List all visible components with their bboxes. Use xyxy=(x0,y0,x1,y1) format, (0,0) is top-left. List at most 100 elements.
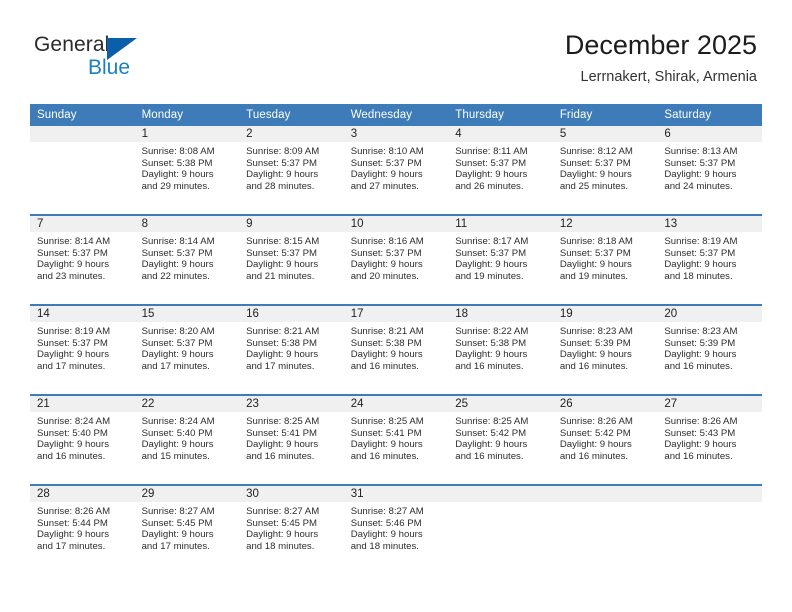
day-details: Sunrise: 8:20 AM Sunset: 5:37 PM Daylight:… xyxy=(135,322,240,372)
day-detail-line: and 21 minutes. xyxy=(246,270,315,282)
day-detail-line: and 18 minutes. xyxy=(664,270,733,282)
day-cell-inner: 6 Sunrise: 8:13 AM Sunset: 5:37 PM Daylight… xyxy=(657,126,762,214)
day-detail-line: Daylight: 9 hours xyxy=(37,439,109,451)
day-cell-inner: 28 Sunrise: 8:26 AM Sunset: 5:44 PM Dayligh… xyxy=(30,486,135,574)
day-cell-inner: 22 Sunrise: 8:24 AM Sunset: 5:40 PM Dayligh… xyxy=(134,396,240,484)
calendar-table: Sunday Monday Tuesday Wednesday Thursday… xyxy=(30,104,762,574)
calendar-day-cell[interactable]: 28 Sunrise: 8:26 AM Sunset: 5:44 PM Dayligh… xyxy=(30,484,135,574)
calendar-day-cell[interactable]: 18 Sunrise: 8:22 AM Sunset: 5:38 PM Dayligh… xyxy=(448,304,553,395)
calendar-day-cell[interactable]: 27 Sunrise: 8:26 AM Sunset: 5:43 PM Dayligh… xyxy=(657,394,762,485)
calendar-day-cell[interactable]: 23 Sunrise: 8:25 AM Sunset: 5:41 PM Dayligh… xyxy=(239,394,344,485)
day-detail-line: Sunset: 5:37 PM xyxy=(455,247,527,259)
calendar-day-cell[interactable]: 13 Sunrise: 8:19 AM Sunset: 5:37 PM Dayligh… xyxy=(657,214,762,305)
day-details: Sunrise: 8:26 AM Sunset: 5:42 PM Daylight:… xyxy=(553,412,658,462)
day-detail-line: Daylight: 9 hours xyxy=(141,169,214,181)
day-cell-inner: 7 Sunrise: 8:14 AM Sunset: 5:37 PM Daylight… xyxy=(30,216,135,304)
day-detail-line: and 26 minutes. xyxy=(455,180,524,192)
calendar-day-cell[interactable]: 14 Sunrise: 8:19 AM Sunset: 5:37 PM Dayligh… xyxy=(30,304,135,395)
day-cell-inner: 5 Sunrise: 8:12 AM Sunset: 5:37 PM Daylight… xyxy=(552,126,658,214)
day-number: 3 xyxy=(343,126,449,142)
day-detail-line: Sunrise: 8:11 AM xyxy=(455,146,528,157)
day-cell-inner: 31 Sunrise: 8:27 AM Sunset: 5:46 PM Dayligh… xyxy=(343,486,449,574)
day-number: 17 xyxy=(343,306,449,322)
day-detail-line: and 16 minutes. xyxy=(350,360,419,372)
day-number: 11 xyxy=(448,216,553,232)
calendar-day-cell[interactable]: 4 Sunrise: 8:11 AM Sunset: 5:37 PM Daylight… xyxy=(448,126,553,215)
calendar-day-cell[interactable]: 24 Sunrise: 8:25 AM Sunset: 5:41 PM Dayligh… xyxy=(343,394,449,485)
day-detail-line: Sunset: 5:46 PM xyxy=(350,517,422,529)
day-number: 10 xyxy=(343,216,449,232)
day-number: 5 xyxy=(552,126,658,142)
day-detail-line: Sunrise: 8:27 AM xyxy=(141,506,215,517)
day-cell-inner: 13 Sunrise: 8:19 AM Sunset: 5:37 PM Dayligh… xyxy=(657,216,762,304)
general-blue-logo[interactable]: General Blue xyxy=(34,33,234,85)
calendar-day-cell[interactable]: 7 Sunrise: 8:14 AM Sunset: 5:37 PM Daylight… xyxy=(30,214,135,305)
day-detail-line: Sunrise: 8:16 AM xyxy=(350,236,424,247)
day-detail-line: Sunset: 5:37 PM xyxy=(455,157,527,169)
calendar-day-cell[interactable]: 3 Sunrise: 8:10 AM Sunset: 5:37 PM Daylight… xyxy=(343,126,449,215)
day-details: Sunrise: 8:14 AM Sunset: 5:37 PM Daylight:… xyxy=(135,232,240,282)
calendar-day-cell[interactable]: 21 Sunrise: 8:24 AM Sunset: 5:40 PM Dayligh… xyxy=(30,394,135,485)
day-cell-inner: 19 Sunrise: 8:23 AM Sunset: 5:39 PM Dayligh… xyxy=(552,306,658,394)
calendar-day-cell[interactable]: 16 Sunrise: 8:21 AM Sunset: 5:38 PM Dayligh… xyxy=(239,304,344,395)
calendar-day-cell[interactable]: 17 Sunrise: 8:21 AM Sunset: 5:38 PM Dayligh… xyxy=(343,304,449,395)
day-detail-line: Daylight: 9 hours xyxy=(246,349,319,361)
calendar-day-cell[interactable]: 1 Sunrise: 8:08 AM Sunset: 5:38 PM Daylight… xyxy=(134,126,240,215)
calendar-day-cell[interactable]: 9 Sunrise: 8:15 AM Sunset: 5:37 PM Daylight… xyxy=(239,214,344,305)
day-details: Sunrise: 8:12 AM Sunset: 5:37 PM Daylight:… xyxy=(553,142,658,192)
calendar-day-cell[interactable]: 2 Sunrise: 8:09 AM Sunset: 5:37 PM Daylight… xyxy=(239,126,344,215)
day-detail-line: Daylight: 9 hours xyxy=(455,259,528,271)
day-detail-line: Sunset: 5:38 PM xyxy=(350,337,422,349)
day-details: Sunrise: 8:23 AM Sunset: 5:39 PM Daylight:… xyxy=(553,322,658,372)
calendar-day-cell[interactable]: 10 Sunrise: 8:16 AM Sunset: 5:37 PM Dayligh… xyxy=(343,214,449,305)
day-detail-line: Daylight: 9 hours xyxy=(350,349,423,361)
day-number xyxy=(552,486,658,502)
day-detail-line: Daylight: 9 hours xyxy=(246,169,319,181)
day-cell-inner xyxy=(30,126,135,214)
day-number: 19 xyxy=(552,306,658,322)
calendar-day-cell[interactable]: 8 Sunrise: 8:14 AM Sunset: 5:37 PM Daylight… xyxy=(134,214,240,305)
day-cell-inner xyxy=(552,486,658,574)
day-detail-line: Sunset: 5:40 PM xyxy=(37,427,108,439)
day-detail-line: Sunrise: 8:15 AM xyxy=(246,236,320,247)
day-detail-line: Sunset: 5:41 PM xyxy=(246,427,318,439)
day-details: Sunrise: 8:11 AM Sunset: 5:37 PM Daylight:… xyxy=(448,142,553,192)
calendar-day-cell[interactable]: 15 Sunrise: 8:20 AM Sunset: 5:37 PM Dayligh… xyxy=(134,304,240,395)
day-number: 27 xyxy=(657,396,762,412)
day-details: Sunrise: 8:27 AM Sunset: 5:46 PM Daylight:… xyxy=(344,502,449,552)
day-number: 20 xyxy=(657,306,762,322)
calendar-day-cell[interactable]: 22 Sunrise: 8:24 AM Sunset: 5:40 PM Dayligh… xyxy=(134,394,240,485)
day-detail-line: Daylight: 9 hours xyxy=(246,529,319,541)
calendar-day-cell[interactable]: 19 Sunrise: 8:23 AM Sunset: 5:39 PM Dayligh… xyxy=(552,304,658,395)
calendar-day-cell[interactable]: 30 Sunrise: 8:27 AM Sunset: 5:45 PM Dayligh… xyxy=(239,484,344,574)
day-detail-line: Sunset: 5:44 PM xyxy=(37,517,108,529)
day-detail-line: and 17 minutes. xyxy=(37,540,106,552)
calendar-day-cell[interactable]: 26 Sunrise: 8:26 AM Sunset: 5:42 PM Dayligh… xyxy=(552,394,658,485)
day-detail-line: Sunrise: 8:25 AM xyxy=(350,416,424,427)
day-details: Sunrise: 8:13 AM Sunset: 5:37 PM Daylight:… xyxy=(657,142,762,192)
day-detail-line: and 24 minutes. xyxy=(664,180,733,192)
calendar-day-cell[interactable]: 12 Sunrise: 8:18 AM Sunset: 5:37 PM Dayligh… xyxy=(552,214,658,305)
day-cell-inner: 17 Sunrise: 8:21 AM Sunset: 5:38 PM Dayligh… xyxy=(343,306,449,394)
day-cell-inner: 4 Sunrise: 8:11 AM Sunset: 5:37 PM Daylight… xyxy=(448,126,553,214)
day-number xyxy=(448,486,553,502)
day-detail-line: Sunset: 5:37 PM xyxy=(141,247,213,259)
day-detail-line: Sunrise: 8:21 AM xyxy=(350,326,424,337)
calendar-day-cell[interactable]: 20 Sunrise: 8:23 AM Sunset: 5:39 PM Dayligh… xyxy=(657,304,762,395)
calendar-day-cell[interactable]: 11 Sunrise: 8:17 AM Sunset: 5:37 PM Dayligh… xyxy=(448,214,553,305)
calendar-day-cell[interactable]: 25 Sunrise: 8:25 AM Sunset: 5:42 PM Dayligh… xyxy=(448,394,553,485)
day-detail-line: Daylight: 9 hours xyxy=(455,169,528,181)
calendar-day-cell[interactable]: 5 Sunrise: 8:12 AM Sunset: 5:37 PM Daylight… xyxy=(552,126,658,215)
calendar-day-cell[interactable]: 6 Sunrise: 8:13 AM Sunset: 5:37 PM Daylight… xyxy=(657,126,762,215)
day-detail-line: Sunset: 5:42 PM xyxy=(559,427,631,439)
day-detail-line: and 17 minutes. xyxy=(37,360,106,372)
calendar-day-cell[interactable]: 31 Sunrise: 8:27 AM Sunset: 5:46 PM Dayligh… xyxy=(343,484,449,574)
day-detail-line: Sunrise: 8:27 AM xyxy=(350,506,424,517)
day-detail-line: Sunrise: 8:24 AM xyxy=(141,416,215,427)
calendar-day-cell xyxy=(552,484,658,574)
page-title: December 2025 xyxy=(564,30,757,60)
day-detail-line: and 17 minutes. xyxy=(141,540,210,552)
day-detail-line: and 16 minutes. xyxy=(559,450,629,462)
day-number: 22 xyxy=(134,396,240,412)
calendar-day-cell[interactable]: 29 Sunrise: 8:27 AM Sunset: 5:45 PM Dayligh… xyxy=(134,484,240,574)
